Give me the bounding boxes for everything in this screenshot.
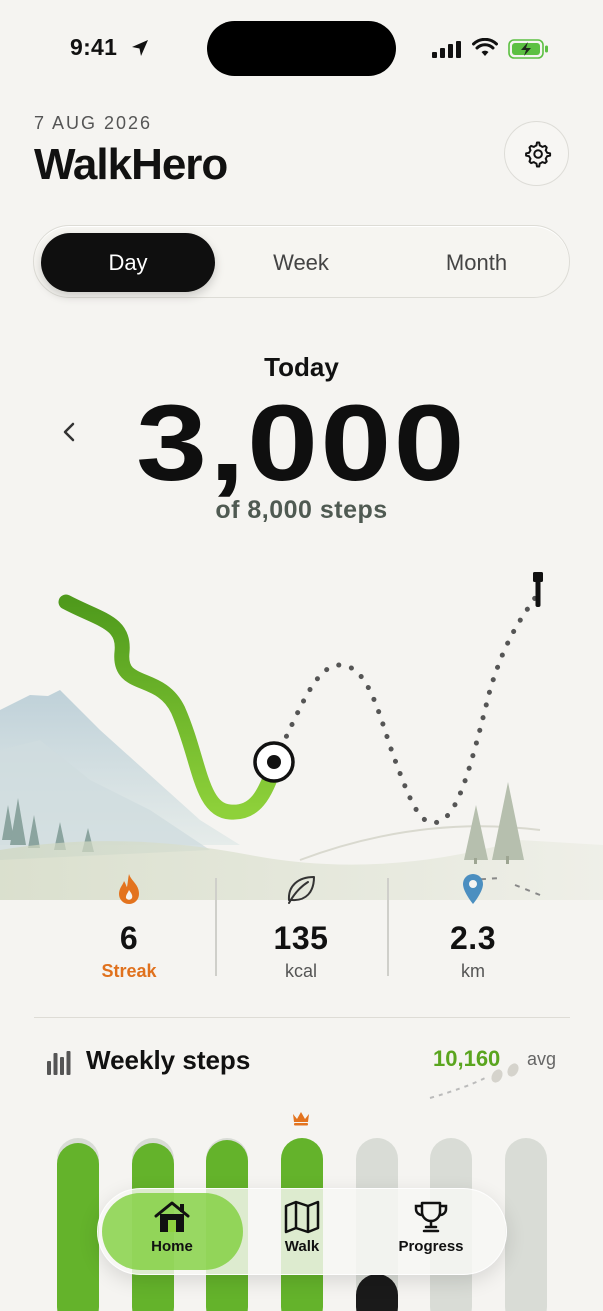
step-count: 3,000 bbox=[136, 382, 467, 503]
flame-icon bbox=[119, 874, 139, 904]
status-time: 9:41 bbox=[70, 34, 118, 60]
stats-divider bbox=[387, 878, 389, 976]
location-arrow-icon bbox=[132, 40, 148, 56]
gear-icon bbox=[524, 141, 551, 167]
stat-streak: 6 Streak bbox=[49, 872, 209, 982]
segment-day[interactable]: Day bbox=[41, 233, 215, 292]
stats-divider bbox=[215, 878, 217, 976]
settings-button[interactable] bbox=[504, 121, 569, 186]
weekly-steps-title: Weekly steps bbox=[86, 1045, 251, 1075]
weekly-bar[interactable] bbox=[57, 1143, 99, 1311]
section-divider bbox=[34, 1017, 570, 1018]
tab-progress-label: Progress bbox=[398, 1238, 464, 1255]
tab-home[interactable]: Home bbox=[112, 1200, 232, 1255]
period-segmented-control: Day Week Month bbox=[33, 225, 570, 298]
cellular-signal-icon bbox=[432, 41, 461, 58]
dynamic-island bbox=[207, 21, 396, 76]
crown-icon bbox=[293, 1112, 309, 1126]
km-label: km bbox=[461, 961, 485, 981]
tab-home-label: Home bbox=[151, 1238, 193, 1255]
location-pin-icon bbox=[463, 874, 483, 904]
tab-progress[interactable]: Progress bbox=[371, 1200, 491, 1255]
map-icon bbox=[284, 1200, 320, 1234]
kcal-label: kcal bbox=[284, 961, 317, 981]
streak-label: Streak bbox=[101, 961, 157, 981]
weekly-bar-today[interactable] bbox=[356, 1274, 398, 1311]
segment-week[interactable]: Week bbox=[216, 233, 386, 292]
segment-month[interactable]: Month bbox=[389, 233, 564, 292]
km-value: 2.3 bbox=[450, 920, 496, 956]
stat-kcal: 135 kcal bbox=[221, 872, 381, 982]
trail-progress-illustration bbox=[0, 572, 603, 900]
period-label: Today bbox=[264, 352, 339, 382]
remaining-trail bbox=[272, 592, 540, 826]
wifi-icon bbox=[472, 38, 498, 56]
finish-marker bbox=[533, 572, 543, 607]
app-title: WalkHero bbox=[34, 140, 228, 189]
tab-walk[interactable]: Walk bbox=[242, 1200, 362, 1255]
kcal-value: 135 bbox=[273, 920, 329, 956]
house-icon bbox=[154, 1201, 190, 1232]
weekly-bar-track bbox=[505, 1138, 547, 1311]
footprints-decoration bbox=[429, 1063, 519, 1099]
streak-value: 6 bbox=[119, 920, 139, 956]
current-date: 7 AUG 2026 bbox=[34, 113, 153, 133]
stat-km: 2.3 km bbox=[393, 872, 553, 982]
bar-chart-icon bbox=[47, 1051, 71, 1075]
trophy-icon bbox=[414, 1201, 448, 1233]
tab-walk-label: Walk bbox=[284, 1238, 320, 1255]
leaf-icon bbox=[287, 876, 315, 904]
step-goal: of 8,000 steps bbox=[215, 496, 388, 524]
battery-charging-icon bbox=[508, 39, 548, 59]
